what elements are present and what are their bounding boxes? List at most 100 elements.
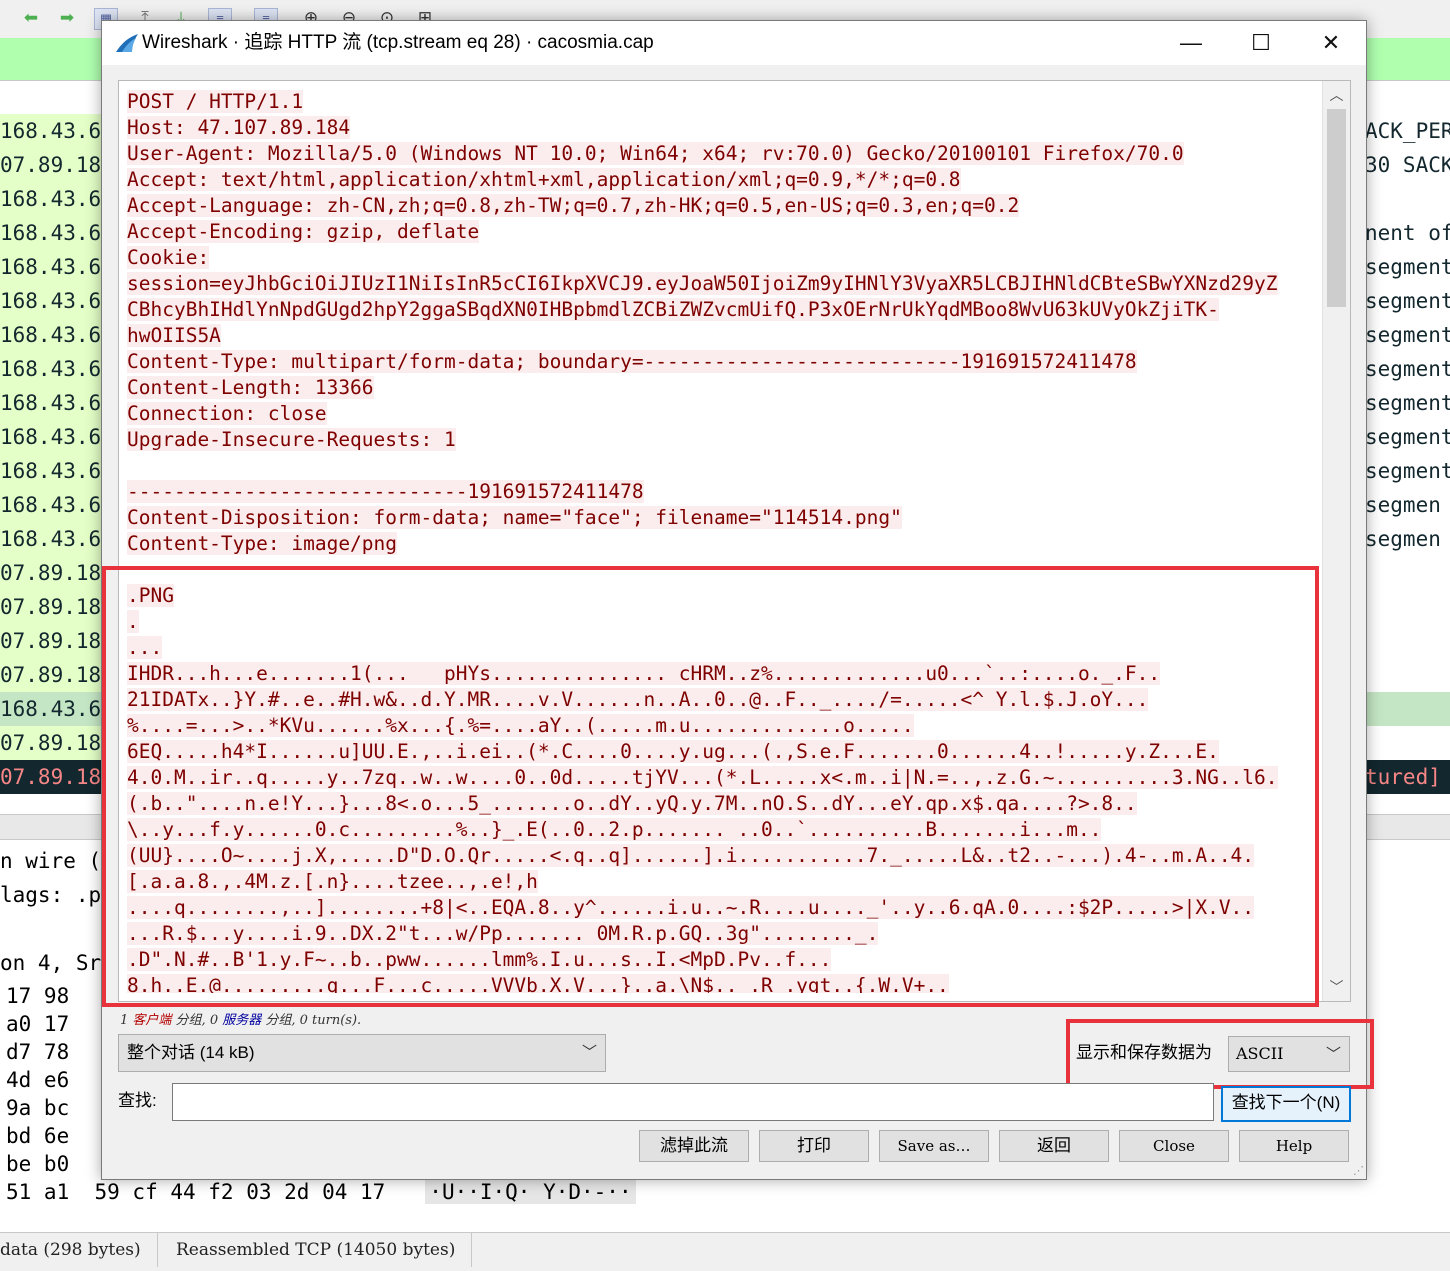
- forward-arrow-icon[interactable]: ➡: [56, 8, 78, 28]
- packet-row-info[interactable]: segment: [1365, 420, 1450, 454]
- packet-row-info[interactable]: segment: [1365, 318, 1450, 352]
- packet-row[interactable]: 168.43.6: [0, 352, 101, 386]
- packet-row[interactable]: 07.89.18: [0, 556, 101, 590]
- hex-bytes: 51 a1 59 cf 44 f2 03 2d 04 17: [6, 1180, 386, 1204]
- scroll-up-icon[interactable]: ︿: [1323, 83, 1350, 107]
- wireshark-fin-icon: [116, 34, 138, 52]
- stream-text[interactable]: POST / HTTP/1.1 Host: 47.107.89.184 User-A…: [127, 89, 1321, 993]
- stream-content-area[interactable]: POST / HTTP/1.1 Host: 47.107.89.184 User-A…: [118, 80, 1351, 1002]
- highlight-box-encoding: [1066, 1019, 1374, 1089]
- packet-bytes: 17 98 a0 17 d7 78 4d e6 9a bc bd 6e be b…: [0, 982, 101, 1182]
- stream-line: ....q........,..]........+8|<..EQA.8..y^…: [127, 896, 1255, 919]
- stream-line: -----------------------------19169157241…: [127, 480, 644, 503]
- hex-line: d7 78: [6, 1040, 70, 1064]
- stream-line: (UU}....O~....j.X,.....D"D.O.Qr.....<.q.…: [127, 844, 1255, 867]
- packet-row-info[interactable]: [1365, 692, 1450, 726]
- stream-line: (.b.."....n.e!Y...}...8<.o...5_.......o.…: [127, 792, 1137, 815]
- packet-list-left: 168.43.6 07.89.18 168.43.6 168.43.6 168.43.6…: [0, 114, 101, 814]
- detail-line[interactable]: on 4, Sr: [0, 946, 101, 980]
- close-button[interactable]: Close: [1119, 1130, 1229, 1162]
- find-next-button[interactable]: 查找下一个(N): [1221, 1086, 1351, 1122]
- packet-row[interactable]: 07.89.18: [0, 760, 101, 794]
- packet-row[interactable]: 07.89.18: [0, 624, 101, 658]
- back-arrow-icon[interactable]: ⬅: [20, 8, 42, 28]
- stream-line: Connection: close: [127, 402, 327, 425]
- stream-line: hwOIIS5A: [127, 324, 221, 347]
- packet-row-info[interactable]: segmen: [1365, 488, 1450, 522]
- packet-row-info[interactable]: segment: [1365, 284, 1450, 318]
- packet-row[interactable]: 168.43.6: [0, 114, 101, 148]
- stream-line: Content-Disposition: form-data; name="fa…: [127, 506, 902, 529]
- packet-row[interactable]: 07.89.18: [0, 726, 101, 760]
- stream-line: Content-Length: 13366: [127, 376, 374, 399]
- resize-grip-icon[interactable]: ⋰: [1353, 1164, 1364, 1177]
- packet-row-info[interactable]: tured]: [1365, 760, 1450, 794]
- packet-row-info[interactable]: segment: [1365, 352, 1450, 386]
- packet-row-info[interactable]: nent of: [1365, 216, 1450, 250]
- packet-row-info[interactable]: segmen: [1365, 522, 1450, 556]
- stream-line: %....=...>..*KVu......%x...{.%=....aY..(…: [127, 714, 914, 737]
- packet-row-info[interactable]: segment: [1365, 250, 1450, 284]
- filter-out-button[interactable]: 滤掉此流: [639, 1130, 749, 1162]
- status-bar: data (298 bytes) Reassembled TCP (14050 …: [0, 1232, 1450, 1271]
- packet-row-info[interactable]: segment: [1365, 454, 1450, 488]
- window-title: Wireshark · 追踪 HTTP 流 (tcp.stream eq 28)…: [142, 32, 654, 53]
- back-button[interactable]: 返回: [999, 1130, 1109, 1162]
- packet-row[interactable]: 07.89.18: [0, 148, 101, 182]
- packet-row[interactable]: 168.43.6: [0, 250, 101, 284]
- packet-row-info[interactable]: [1365, 658, 1450, 692]
- conversation-select[interactable]: 整个对话 (14 kB) ﹀: [118, 1034, 606, 1072]
- save-as-button[interactable]: Save as…: [879, 1130, 989, 1162]
- packet-list-right: ACK_PER 30 SACK nent of segment segment segme…: [1365, 114, 1450, 814]
- stream-line: .: [127, 610, 139, 633]
- minimize-icon[interactable]: —: [1156, 21, 1226, 65]
- print-button[interactable]: 打印: [759, 1130, 869, 1162]
- stream-line: 6EQ.....h4*I......u]UU.E.,..i.ei..(*.C..…: [127, 740, 1219, 763]
- packet-row[interactable]: 168.43.6: [0, 420, 101, 454]
- packet-row-info[interactable]: 30 SACK: [1365, 148, 1450, 182]
- packet-row[interactable]: 07.89.18: [0, 658, 101, 692]
- packet-row[interactable]: 168.43.6: [0, 216, 101, 250]
- scroll-down-icon[interactable]: ﹀: [1323, 975, 1350, 999]
- detail-line[interactable]: n wire (: [0, 844, 101, 878]
- scrollbar-thumb[interactable]: [1327, 109, 1346, 307]
- stream-line: Accept-Encoding: gzip, deflate: [127, 220, 480, 243]
- packet-row[interactable]: 168.43.6: [0, 386, 101, 420]
- hex-line-bottom: 51 a1 59 cf 44 f2 03 2d 04 17 ·U··I·Q· Y·…: [0, 1178, 800, 1206]
- packet-row-info[interactable]: ACK_PER: [1365, 114, 1450, 148]
- packet-row-info[interactable]: [1365, 624, 1450, 658]
- detail-line[interactable]: lags: .p: [0, 878, 101, 912]
- reassembled-tab[interactable]: Reassembled TCP (14050 bytes): [160, 1233, 473, 1267]
- stream-line: POST / HTTP/1.1: [127, 90, 304, 113]
- packet-row[interactable]: 168.43.6: [0, 284, 101, 318]
- stream-line: 4.0.M..ir..q.....y..7zq..w..w....0..0d..…: [127, 766, 1278, 789]
- packet-row-info[interactable]: [1365, 590, 1450, 624]
- packet-row[interactable]: 07.89.18: [0, 590, 101, 624]
- packet-row[interactable]: 168.43.6: [0, 522, 101, 556]
- vertical-scrollbar[interactable]: ︿ ﹀: [1322, 81, 1350, 1001]
- stream-line: Cookie:: [127, 246, 210, 269]
- stream-line: session=eyJhbGciOiJIUzI1NiIsInR5cCI6IkpX…: [127, 272, 1278, 295]
- help-button[interactable]: Help: [1239, 1130, 1349, 1162]
- frame-tab[interactable]: data (298 bytes): [0, 1233, 158, 1267]
- packet-row[interactable]: 168.43.6: [0, 692, 101, 726]
- maximize-icon[interactable]: ☐: [1226, 21, 1296, 65]
- close-icon[interactable]: ✕: [1296, 21, 1366, 65]
- stream-line: 8.h..E.@.........q...F...c.....VVVb.X.V.…: [127, 973, 1321, 993]
- stream-line: Upgrade-Insecure-Requests: 1: [127, 428, 456, 451]
- packet-row[interactable]: 168.43.6: [0, 488, 101, 522]
- stream-line: .PNG: [127, 584, 174, 607]
- stream-line: Accept-Language: zh-CN,zh;q=0.8,zh-TW;q=…: [127, 194, 1020, 217]
- find-input[interactable]: [172, 1083, 1214, 1121]
- stream-line: [.a.a.8.,.4M.z.[.n}....tzee..,.e!,h: [127, 870, 538, 893]
- packet-row-info[interactable]: [1365, 556, 1450, 590]
- stream-line: Accept: text/html,application/xhtml+xml,…: [127, 168, 961, 191]
- packet-row[interactable]: 168.43.6: [0, 318, 101, 352]
- packet-row[interactable]: 168.43.6: [0, 454, 101, 488]
- packet-row[interactable]: 168.43.6: [0, 182, 101, 216]
- packet-row-info[interactable]: segment: [1365, 386, 1450, 420]
- title-bar[interactable]: Wireshark · 追踪 HTTP 流 (tcp.stream eq 28)…: [102, 21, 1366, 65]
- packet-row-info[interactable]: [1365, 182, 1450, 216]
- hex-ascii: ·U··I·Q· Y·D·-··: [425, 1180, 636, 1204]
- packet-row-info[interactable]: [1365, 726, 1450, 760]
